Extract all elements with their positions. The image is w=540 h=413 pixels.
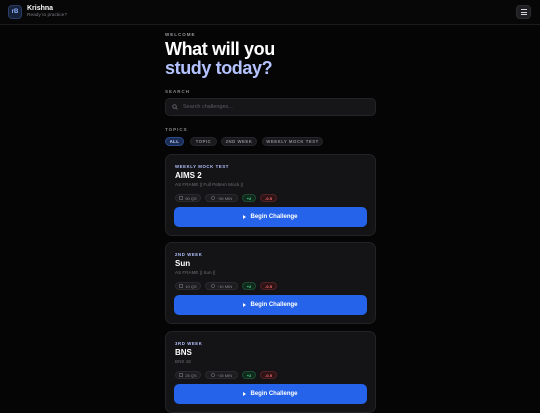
hamburger-icon (520, 9, 527, 11)
begin-challenge-label: Begin Challenge (250, 391, 298, 397)
play-icon (243, 215, 247, 219)
questions-badge: 25 QS (175, 371, 201, 379)
hero-heading-line1: What will you (165, 39, 275, 59)
card-tag: 3RD WEEK (175, 341, 203, 346)
questions-count: 10 QS (185, 283, 197, 289)
questions-count: 50 QS (185, 195, 197, 201)
time-badge: ~15 MIN (205, 371, 238, 379)
user-name: Krishna (27, 5, 54, 12)
top-bar: rB Krishna Ready to practice? (0, 0, 540, 25)
time-estimate: ~15 MIN (216, 372, 233, 378)
topic-chip-all[interactable]: ALL (165, 137, 184, 146)
begin-challenge-label: Begin Challenge (250, 214, 298, 220)
positive-mark-badge: +2 (242, 282, 256, 290)
card-title: AIMS 2 (175, 171, 202, 180)
card-title: BNS (175, 348, 192, 357)
document-icon (179, 196, 183, 200)
begin-challenge-button[interactable]: Begin Challenge (174, 207, 367, 227)
card-tag: WEEKLY MOCK TEST (175, 164, 230, 169)
play-icon (243, 303, 247, 307)
card-subtitle: AS FRAME || Full Pattern Mock || (175, 182, 243, 187)
search-input[interactable] (183, 101, 363, 113)
challenge-card: 2ND WEEK Sun AS FRAME || Sun || 10 QS ~1… (165, 242, 376, 324)
positive-mark-badge: +2 (242, 194, 256, 202)
negative-mark-badge: -0.5 (260, 282, 277, 290)
questions-count: 25 QS (185, 372, 197, 378)
document-icon (179, 284, 183, 288)
topic-chip-weekly-mock-test[interactable]: WEEKLY MOCK TEST (262, 137, 323, 146)
clock-icon (211, 284, 215, 288)
search-box[interactable] (165, 98, 376, 116)
questions-badge: 50 QS (175, 194, 201, 202)
negative-mark-badge: -0.5 (260, 194, 277, 202)
negative-mark-badge: -0.5 (260, 371, 277, 379)
menu-button[interactable] (516, 5, 531, 19)
card-subtitle: AS FRAME || Sun || (175, 270, 216, 275)
time-badge: ~50 MIN (205, 194, 238, 202)
app-logo: rB (8, 5, 22, 19)
positive-mark-badge: +2 (242, 371, 256, 379)
begin-challenge-button[interactable]: Begin Challenge (174, 295, 367, 315)
clock-icon (211, 373, 215, 377)
challenge-card: WEEKLY MOCK TEST AIMS 2 AS FRAME || Full… (165, 154, 376, 236)
document-icon (179, 373, 183, 377)
play-icon (243, 392, 247, 396)
search-icon (172, 104, 178, 110)
hero-heading-line2: study today? (165, 58, 273, 78)
user-status: Ready to practice? (27, 13, 67, 18)
challenge-card: 3RD WEEK BNS BNS 18 25 QS ~15 MIN +2 -0.… (165, 331, 376, 413)
clock-icon (211, 196, 215, 200)
welcome-eyebrow: WELCOME (165, 32, 196, 37)
begin-challenge-button[interactable]: Begin Challenge (174, 384, 367, 404)
card-subtitle: BNS 18 (175, 359, 191, 364)
begin-challenge-label: Begin Challenge (250, 302, 298, 308)
time-estimate: ~10 MIN (216, 283, 233, 289)
topic-chip-topic[interactable]: TOPIC (190, 137, 217, 146)
time-badge: ~10 MIN (205, 282, 238, 290)
topic-chip-2nd-week[interactable]: 2ND WEEK (221, 137, 257, 146)
card-title: Sun (175, 259, 191, 268)
time-estimate: ~50 MIN (216, 195, 233, 201)
search-label: SEARCH (165, 89, 191, 94)
questions-badge: 10 QS (175, 282, 201, 290)
topics-label: TOPICS (165, 127, 188, 132)
card-tag: 2ND WEEK (175, 252, 203, 257)
